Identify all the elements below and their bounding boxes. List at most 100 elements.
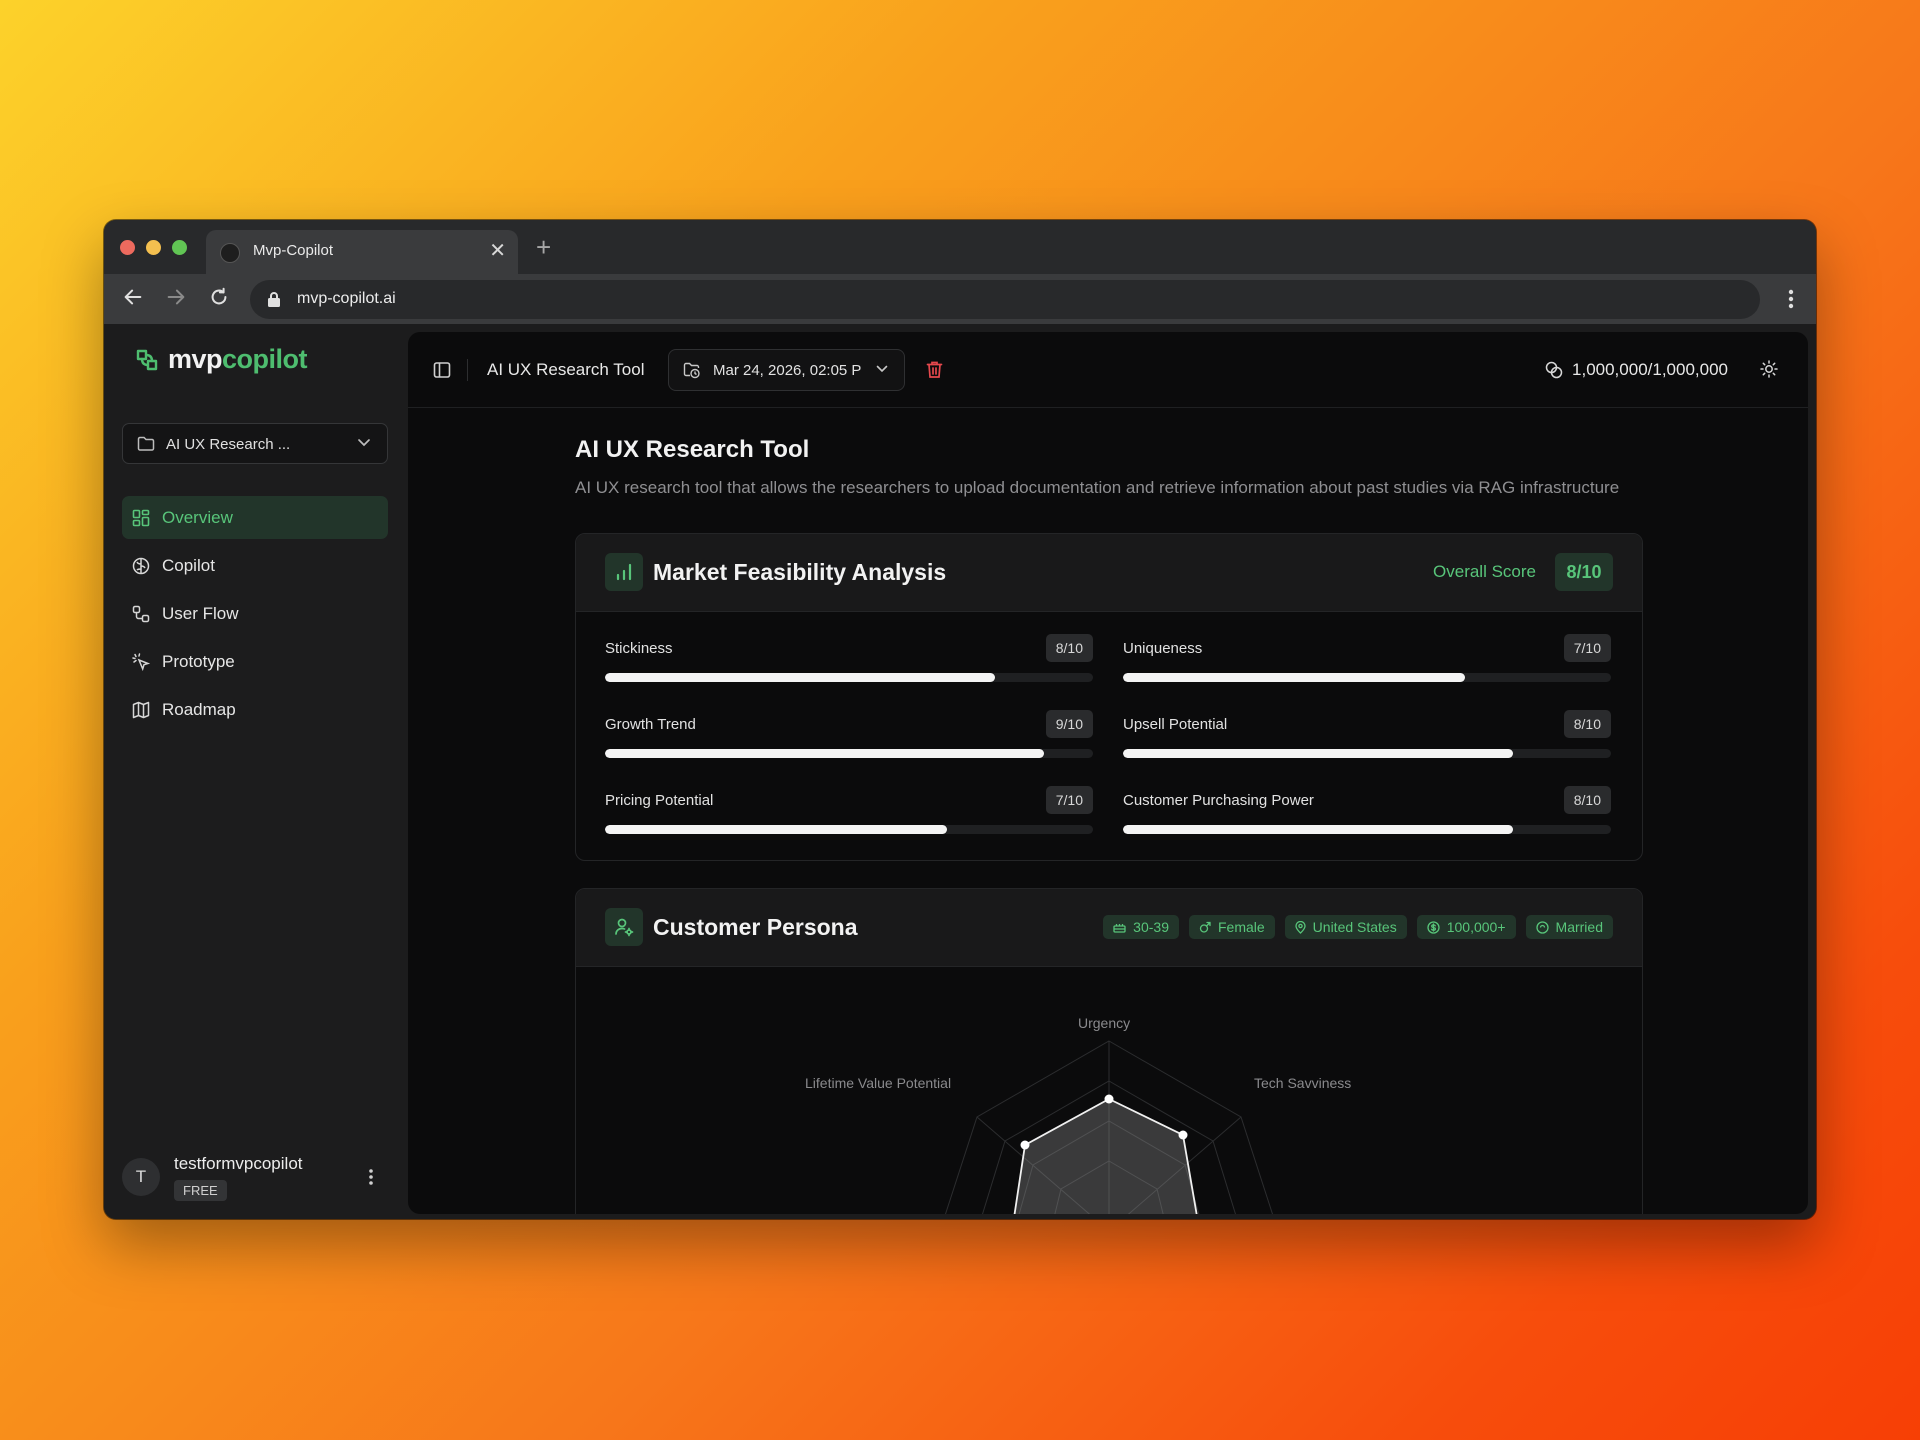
progress-fill bbox=[605, 825, 947, 834]
market-feasibility-card: Market Feasibility Analysis Overall Scor… bbox=[575, 533, 1643, 861]
metric-uniqueness: Uniqueness 7/10 bbox=[1123, 626, 1611, 686]
maximize-window-button[interactable] bbox=[172, 240, 187, 255]
badge-label: 30-39 bbox=[1133, 919, 1169, 935]
brain-icon bbox=[132, 557, 150, 575]
logo-icon bbox=[136, 349, 158, 370]
new-tab-icon[interactable]: + bbox=[536, 232, 551, 262]
version-date-selector[interactable]: Mar 24, 2026, 02:05 P bbox=[668, 349, 905, 391]
plan-badge: FREE bbox=[174, 1180, 227, 1201]
sidebar-item-prototype[interactable]: Prototype bbox=[122, 640, 388, 683]
metric-label: Pricing Potential bbox=[605, 792, 714, 809]
metric-value: 7/10 bbox=[1045, 786, 1093, 814]
overall-score-value: 8/10 bbox=[1555, 553, 1613, 591]
favicon-icon bbox=[220, 243, 240, 263]
metric-label: Uniqueness bbox=[1123, 640, 1203, 657]
sidebar: mvp copilot AI UX Research ... Overview C… bbox=[104, 324, 406, 1219]
age-icon bbox=[1113, 924, 1126, 933]
radar-data-area bbox=[1013, 1097, 1198, 1214]
metric-value: 8/10 bbox=[1045, 634, 1093, 662]
badge-label: 100,000+ bbox=[1446, 919, 1506, 935]
card-header: Customer Persona 30-39 Female United Sta… bbox=[576, 889, 1642, 967]
sidebar-item-label: Copilot bbox=[162, 556, 215, 575]
pointer-click-icon bbox=[132, 653, 150, 671]
logo-text-mvp: mvp bbox=[168, 344, 223, 374]
customer-persona-card: Customer Persona 30-39 Female United Sta… bbox=[575, 888, 1643, 1214]
lock-icon bbox=[268, 292, 280, 307]
avatar: T bbox=[122, 1158, 160, 1196]
logo-text-copilot: copilot bbox=[222, 344, 308, 374]
delete-trash-icon[interactable] bbox=[926, 360, 943, 379]
minimize-window-button[interactable] bbox=[146, 240, 161, 255]
badge-marital: Married bbox=[1525, 915, 1613, 939]
user-settings-icon bbox=[615, 918, 634, 937]
sidebar-item-roadmap[interactable]: Roadmap bbox=[122, 688, 388, 731]
version-date-text: Mar 24, 2026, 02:05 P bbox=[713, 362, 862, 379]
browser-menu-icon[interactable] bbox=[1788, 289, 1794, 309]
address-bar-row: mvp-copilot.ai bbox=[104, 274, 1816, 324]
credits-value: 1,000,000/1,000,000 bbox=[1572, 360, 1728, 379]
card-icon-box bbox=[605, 553, 643, 591]
project-selector[interactable]: AI UX Research ... bbox=[122, 423, 388, 464]
metric-label: Upsell Potential bbox=[1123, 716, 1228, 733]
sidebar-nav: Overview Copilot User Flow Prototype Roa… bbox=[122, 496, 388, 736]
folder-icon bbox=[137, 436, 155, 451]
overview-grid-icon bbox=[132, 509, 150, 527]
metric-pricing-potential: Pricing Potential 7/10 bbox=[605, 778, 1093, 838]
chevron-down-icon bbox=[876, 365, 888, 373]
divider bbox=[467, 359, 468, 381]
progress-fill bbox=[605, 673, 996, 682]
progress-track bbox=[1123, 749, 1611, 758]
metric-stickiness: Stickiness 8/10 bbox=[605, 626, 1093, 686]
progress-fill bbox=[1123, 749, 1514, 758]
map-icon bbox=[132, 701, 150, 719]
sidebar-item-overview[interactable]: Overview bbox=[122, 496, 388, 539]
sidebar-toggle-icon[interactable] bbox=[433, 361, 451, 379]
sidebar-item-copilot[interactable]: Copilot bbox=[122, 544, 388, 587]
theme-sun-icon[interactable] bbox=[1760, 360, 1778, 378]
metric-label: Stickiness bbox=[605, 640, 673, 657]
metric-value: 9/10 bbox=[1045, 710, 1093, 738]
tab-bar: Mvp-Copilot ✕ + bbox=[104, 220, 1816, 274]
browser-tab[interactable]: Mvp-Copilot ✕ bbox=[206, 230, 518, 274]
user-name: testformvpcopilot bbox=[174, 1154, 303, 1173]
badge-label: Married bbox=[1555, 919, 1603, 935]
radar-point-tech-savviness bbox=[1178, 1130, 1188, 1140]
dollar-icon bbox=[1427, 920, 1440, 934]
progress-track bbox=[1123, 825, 1611, 834]
progress-track bbox=[605, 825, 1093, 834]
badge-location: United States bbox=[1284, 915, 1407, 939]
page-title: AI UX Research Tool bbox=[575, 436, 810, 463]
card-title: Customer Persona bbox=[653, 914, 858, 940]
card-icon-box bbox=[605, 908, 643, 946]
more-options-icon[interactable] bbox=[368, 1168, 374, 1186]
metric-value: 7/10 bbox=[1563, 634, 1611, 662]
sidebar-item-label: User Flow bbox=[162, 604, 239, 623]
card-title: Market Feasibility Analysis bbox=[653, 559, 947, 585]
reload-icon[interactable] bbox=[208, 286, 230, 308]
sidebar-item-user-flow[interactable]: User Flow bbox=[122, 592, 388, 635]
metric-growth-trend: Growth Trend 9/10 bbox=[605, 702, 1093, 762]
location-pin-icon bbox=[1295, 920, 1306, 934]
back-arrow-icon[interactable] bbox=[122, 286, 144, 308]
forward-arrow-icon[interactable] bbox=[165, 286, 187, 308]
bar-chart-icon bbox=[616, 563, 632, 581]
close-window-button[interactable] bbox=[120, 240, 135, 255]
logo[interactable]: mvp copilot bbox=[134, 344, 308, 375]
project-title: AI UX Research Tool bbox=[487, 360, 645, 379]
progress-fill bbox=[1123, 825, 1514, 834]
sidebar-item-label: Prototype bbox=[162, 652, 235, 671]
badge-label: United States bbox=[1312, 919, 1397, 935]
credits-counter: 1,000,000/1,000,000 bbox=[1545, 360, 1728, 380]
close-tab-icon[interactable]: ✕ bbox=[489, 239, 506, 263]
url-bar[interactable]: mvp-copilot.ai bbox=[250, 280, 1760, 319]
radar-point-urgency bbox=[1104, 1094, 1114, 1104]
sidebar-item-label: Overview bbox=[162, 508, 233, 527]
user-profile[interactable]: T testformvpcopilot FREE bbox=[122, 1148, 388, 1208]
metric-value: 8/10 bbox=[1563, 710, 1611, 738]
top-bar: AI UX Research Tool Mar 24, 2026, 02:05 … bbox=[408, 332, 1808, 408]
metric-customer-purchasing-power: Customer Purchasing Power 8/10 bbox=[1123, 778, 1611, 838]
metric-value: 8/10 bbox=[1563, 786, 1611, 814]
page-description: AI UX research tool that allows the rese… bbox=[575, 478, 1620, 497]
badge-age: 30-39 bbox=[1103, 915, 1179, 939]
url-text: mvp-copilot.ai bbox=[297, 290, 396, 307]
